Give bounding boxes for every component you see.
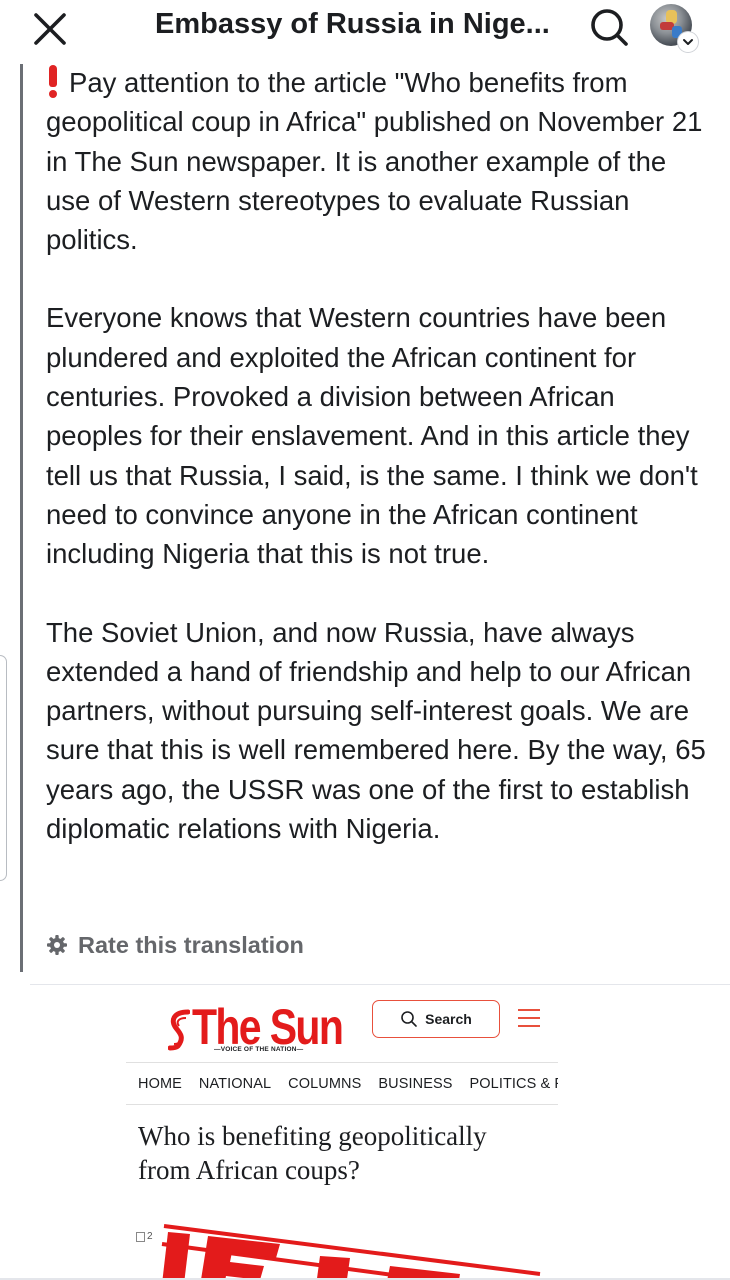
- article-meta: 2: [136, 1231, 153, 1242]
- sun-search-button[interactable]: Search: [372, 1000, 500, 1038]
- nav-item-columns[interactable]: COLUMNS: [288, 1076, 361, 1092]
- nav-item-business[interactable]: BUSINESS: [378, 1076, 452, 1092]
- close-icon[interactable]: [30, 9, 70, 49]
- rate-translation-label: Rate this translation: [78, 931, 304, 958]
- post-image[interactable]: The Sun —VOICE OF THE NATION— Search HOM…: [126, 986, 558, 1280]
- sun-tagline: —VOICE OF THE NATION—: [214, 1046, 304, 1053]
- sun-search-label: Search: [425, 1011, 472, 1027]
- divider: [126, 1062, 558, 1063]
- nav-item-politics[interactable]: POLITICS & F: [470, 1076, 558, 1092]
- rate-translation-button[interactable]: Rate this translation: [46, 928, 304, 962]
- profile-avatar-button[interactable]: [650, 4, 700, 52]
- divider: [126, 1104, 558, 1105]
- chevron-down-icon: [678, 32, 698, 52]
- article-headline[interactable]: Who is benefiting geopolitically from Af…: [138, 1119, 538, 1187]
- post-paragraph: Pay attention to the article "Who benefi…: [46, 63, 716, 259]
- red-exclamation-icon: [46, 65, 60, 98]
- post-paragraph: The Soviet Union, and now Russia, have a…: [46, 616, 706, 845]
- post-paragraph-text: Pay attention to the article "Who benefi…: [46, 67, 703, 256]
- nav-item-home[interactable]: HOME: [138, 1076, 182, 1092]
- search-icon[interactable]: [588, 6, 630, 48]
- sun-logo-text: The Sun: [192, 999, 344, 1055]
- nav-item-national[interactable]: NATIONAL: [199, 1076, 271, 1092]
- divider: [30, 984, 730, 985]
- broken-image-icon: [136, 1231, 145, 1242]
- the-sun-logo: The Sun: [168, 998, 375, 1052]
- stamp-graphic: [161, 1224, 541, 1280]
- hamburger-menu-icon[interactable]: [516, 1005, 542, 1031]
- thread-line: [20, 64, 23, 972]
- sun-nav-bar: HOME NATIONAL COLUMNS BUSINESS POLITICS …: [138, 1076, 558, 1092]
- top-bar: Embassy of Russia in Nige...: [0, 0, 730, 58]
- scroll-handle[interactable]: [0, 655, 7, 881]
- search-icon: [401, 1011, 417, 1027]
- gear-icon: [47, 935, 67, 955]
- post-paragraph: Everyone knows that Western countries ha…: [46, 302, 698, 570]
- post-text: Pay attention to the article "Who benefi…: [46, 63, 716, 848]
- page-title[interactable]: Embassy of Russia in Nige...: [155, 8, 550, 41]
- sun-logo-mark-icon: [168, 1009, 190, 1051]
